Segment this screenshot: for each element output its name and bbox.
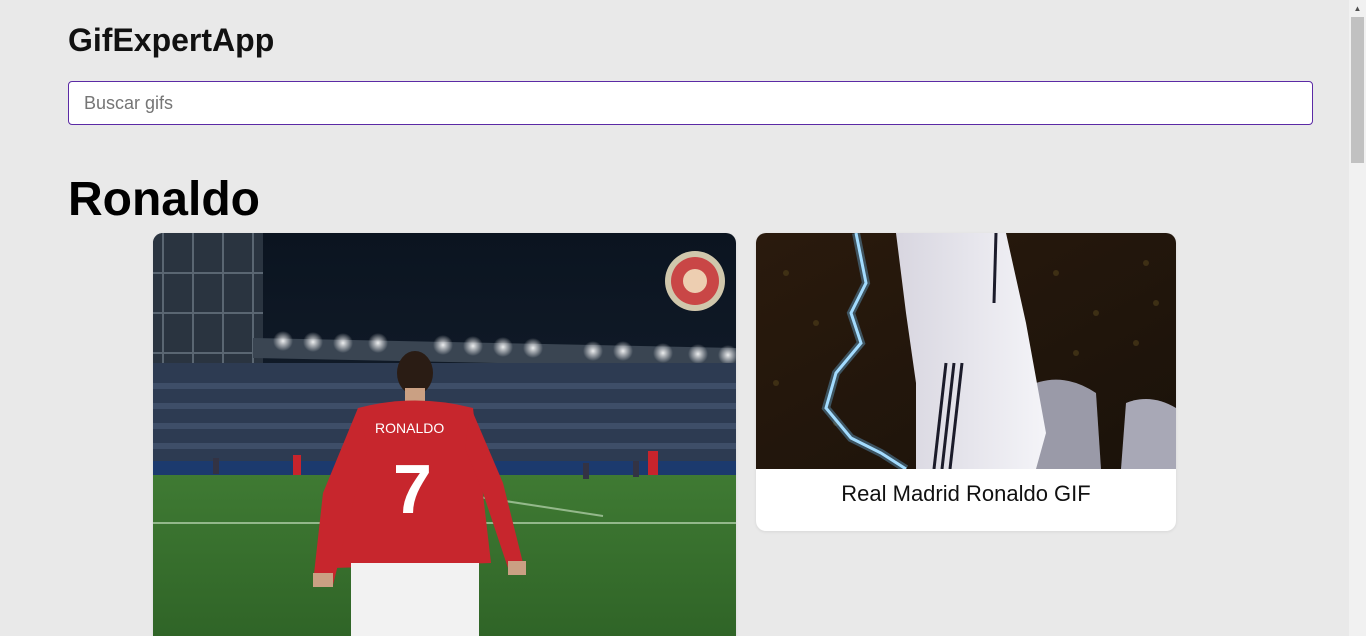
search-input[interactable]: [68, 81, 1313, 125]
svg-text:RONALDO: RONALDO: [375, 420, 444, 436]
scrollbar-thumb[interactable]: [1351, 17, 1364, 163]
page-scrollbar[interactable]: ▲: [1349, 0, 1366, 636]
gif-image-ronaldo-man-utd[interactable]: RONALDO 7: [153, 233, 736, 636]
gif-card[interactable]: RONALDO 7: [153, 233, 736, 636]
gif-image-ronaldo-real-madrid[interactable]: [756, 233, 1176, 469]
gif-card[interactable]: Real Madrid Ronaldo GIF: [756, 233, 1176, 531]
scroll-up-arrow-icon[interactable]: ▲: [1349, 0, 1366, 17]
app-root: GifExpertApp Ronaldo: [0, 0, 1366, 636]
app-title: GifExpertApp: [68, 22, 275, 58]
category-title: Ronaldo: [68, 173, 260, 226]
svg-text:7: 7: [393, 450, 432, 528]
gif-title: Real Madrid Ronaldo GIF: [841, 481, 1091, 506]
